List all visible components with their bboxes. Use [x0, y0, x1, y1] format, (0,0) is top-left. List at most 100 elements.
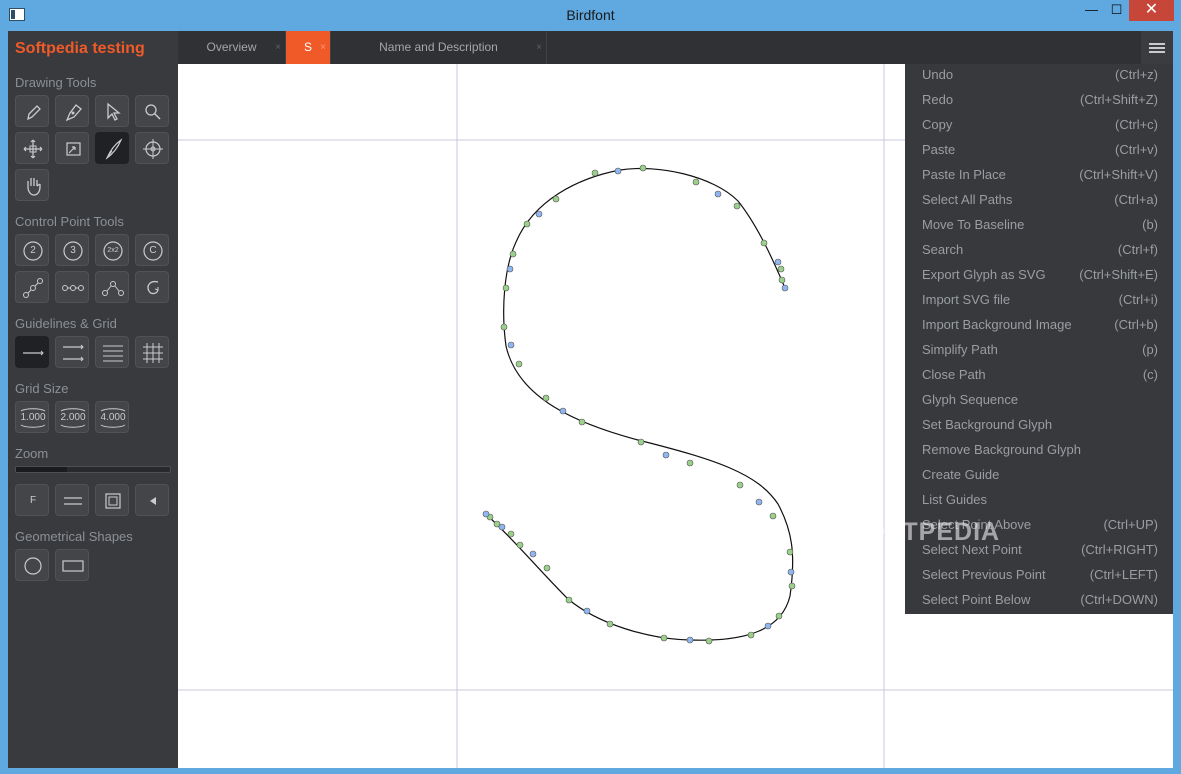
grid-size-label: 4.000 — [100, 412, 126, 423]
control-point-label: 2 — [30, 245, 36, 256]
reflect-handles-tool[interactable] — [95, 271, 129, 303]
menu-item-label: Undo — [922, 67, 954, 82]
menu-item[interactable]: Glyph Sequence — [905, 389, 1173, 414]
menu-item[interactable]: Import Background Image (Ctrl+b) — [905, 314, 1173, 339]
more-guides-toggle[interactable] — [95, 336, 129, 368]
move-arrows-icon — [23, 139, 43, 159]
menu-item[interactable]: List Guides — [905, 489, 1173, 514]
toolbox-sidebar: Softpedia testing Drawing Tools Control … — [8, 31, 178, 768]
circle-shape-icon — [24, 557, 42, 575]
menu-item[interactable]: Select Point Below (Ctrl+DOWN) — [905, 589, 1173, 614]
menu-item[interactable]: Import SVG file (Ctrl+i) — [905, 289, 1173, 314]
menu-item[interactable]: Copy (Ctrl+c) — [905, 114, 1173, 139]
section-guidelines-grid: Guidelines & Grid — [15, 316, 117, 331]
menu-item[interactable]: Move To Baseline (b) — [905, 214, 1173, 239]
menu-item[interactable]: Select Previous Point (Ctrl+LEFT) — [905, 564, 1173, 589]
pen-tool[interactable] — [15, 95, 49, 127]
glyph-path[interactable] — [487, 167, 794, 641]
guide-lines-icon — [63, 344, 84, 362]
grid-size-4[interactable]: 4.000 — [95, 401, 129, 433]
stroke-tool[interactable] — [95, 132, 129, 164]
menu-item[interactable]: Paste (Ctrl+v) — [905, 139, 1173, 164]
hand-tool[interactable] — [15, 169, 49, 201]
zoom-frame-button[interactable] — [95, 484, 129, 516]
show-grid-toggle[interactable] — [135, 336, 169, 368]
menu-item[interactable]: Simplify Path (p) — [905, 339, 1173, 364]
pencil-tool[interactable] — [55, 95, 89, 127]
cubic-points-tool[interactable]: 3 — [55, 234, 89, 266]
show-guides-toggle[interactable] — [15, 336, 49, 368]
zoom-boundaries-button[interactable] — [55, 484, 89, 516]
circle-shape-tool[interactable] — [15, 549, 49, 581]
minimize-button[interactable]: — — [1078, 0, 1105, 21]
menu-item-shortcut: (Ctrl+v) — [1115, 142, 1158, 157]
menu-hamburger-icon[interactable] — [1141, 31, 1173, 64]
section-grid-size: Grid Size — [15, 381, 69, 396]
tie-handles-icon — [23, 278, 43, 298]
close-button[interactable]: ✕ — [1129, 0, 1174, 21]
menu-item-shortcut: (Ctrl+z) — [1115, 67, 1158, 82]
menu-item[interactable]: Close Path (c) — [905, 364, 1173, 389]
control-point-label: C — [149, 245, 157, 256]
double-points-tool[interactable]: 2x2 — [95, 234, 129, 266]
tab-glyph-s[interactable]: S × — [286, 31, 331, 64]
menu-item-label: Select Previous Point — [922, 567, 1046, 582]
rotate-tool[interactable] — [135, 132, 169, 164]
tie-handles-tool[interactable] — [15, 271, 49, 303]
menu-item-label: Search — [922, 242, 964, 257]
maximize-button[interactable]: ☐ — [1103, 0, 1130, 21]
menu-item-shortcut: (Ctrl+Shift+Z) — [1079, 92, 1158, 107]
tab-name-and-description[interactable]: Name and Description × — [331, 31, 547, 64]
section-zoom: Zoom — [15, 446, 49, 461]
move-tool[interactable] — [15, 132, 49, 164]
menu-item-label: Paste — [922, 142, 956, 157]
tab-close-icon[interactable]: × — [536, 31, 542, 64]
move-point-tool[interactable] — [95, 95, 129, 127]
menu-item[interactable]: Remove Background Glyph — [905, 439, 1173, 464]
pen-icon — [27, 105, 41, 121]
tab-close-icon[interactable]: × — [320, 31, 326, 64]
horizontal-lines-icon — [64, 497, 82, 505]
tab-label: Name and Description — [379, 40, 498, 54]
menu-item[interactable]: Select All Paths (Ctrl+a) — [905, 189, 1173, 214]
menu-item-shortcut: (Ctrl+DOWN) — [1080, 592, 1158, 607]
zoom-fit-label: F — [29, 495, 37, 506]
tab-overview[interactable]: Overview × — [178, 31, 286, 64]
frame-icon — [105, 493, 121, 509]
resize-tool[interactable] — [55, 132, 89, 164]
convert-points-tool[interactable]: C — [135, 234, 169, 266]
symmetric-handles-tool[interactable] — [55, 271, 89, 303]
previous-view-button[interactable] — [135, 484, 169, 516]
extended-guides-toggle[interactable] — [55, 336, 89, 368]
quadratic-points-tool[interactable]: 2 — [15, 234, 49, 266]
zoom-slider[interactable] — [15, 466, 171, 473]
zoom-fit-button[interactable]: F — [15, 484, 49, 516]
tab-close-icon[interactable]: × — [275, 31, 281, 64]
section-drawing-tools: Drawing Tools — [15, 75, 97, 90]
menu-item[interactable]: Search (Ctrl+f) — [905, 239, 1173, 264]
menu-item[interactable]: Undo (Ctrl+z) — [905, 64, 1173, 89]
menu-item-shortcut: (Ctrl+Shift+E) — [1079, 267, 1158, 282]
menu-item[interactable]: Create Guide — [905, 464, 1173, 489]
reverse-path-tool[interactable] — [135, 271, 169, 303]
menu-item-label: Close Path — [922, 367, 986, 382]
window-title: Birdfont — [566, 7, 615, 23]
control-points[interactable] — [482, 164, 796, 645]
menu-item[interactable]: Paste In Place (Ctrl+Shift+V) — [905, 164, 1173, 189]
grid-size-2[interactable]: 2.000 — [55, 401, 89, 433]
zoom-tool[interactable] — [135, 95, 169, 127]
menu-item-label: List Guides — [922, 492, 988, 507]
rectangle-shape-tool[interactable] — [55, 549, 89, 581]
control-point-label: 2x2 — [107, 247, 119, 254]
grid-size-label: 2.000 — [60, 412, 86, 423]
menu-item-shortcut: (Ctrl+Shift+V) — [1079, 167, 1158, 182]
menu-item-shortcut: (Ctrl+UP) — [1103, 517, 1158, 532]
menu-item-label: Redo — [922, 92, 954, 107]
menu-item[interactable]: Set Background Glyph — [905, 414, 1173, 439]
menu-item-label: Move To Baseline — [922, 217, 1025, 232]
grid-size-1[interactable]: 1.000 — [15, 401, 49, 433]
tab-label: Overview — [206, 40, 257, 54]
menu-item[interactable]: Redo (Ctrl+Shift+Z) — [905, 89, 1173, 114]
menu-item-shortcut: (Ctrl+i) — [1118, 292, 1158, 307]
menu-item[interactable]: Export Glyph as SVG (Ctrl+Shift+E) — [905, 264, 1173, 289]
